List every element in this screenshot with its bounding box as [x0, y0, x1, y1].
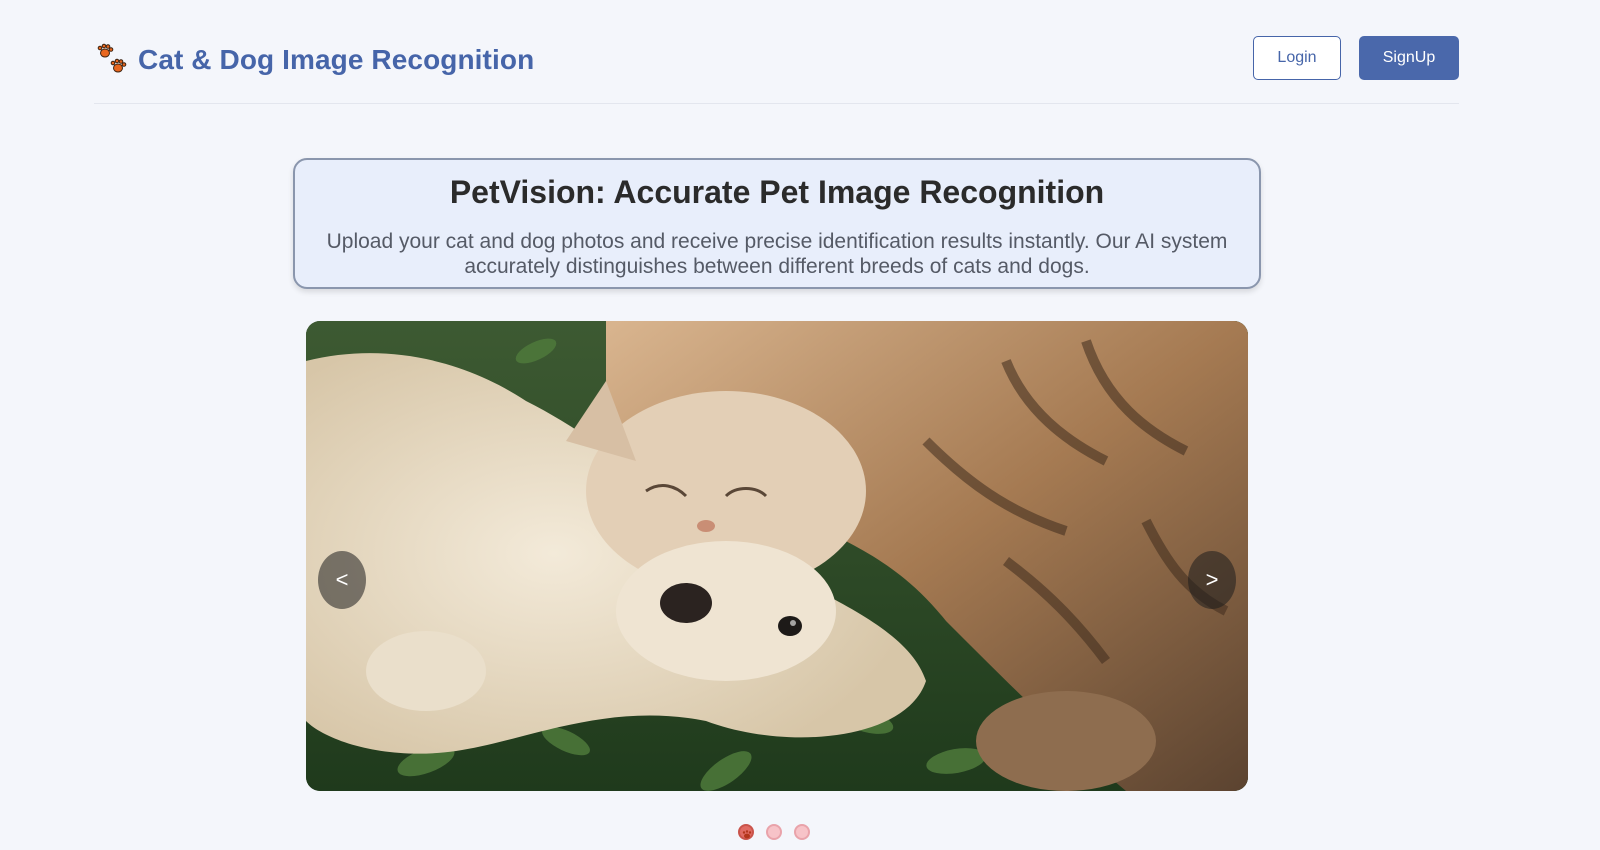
hero-description: Upload your cat and dog photos and recei… [326, 230, 1228, 278]
carousel-dot-3[interactable] [794, 824, 810, 840]
carousel-prev-button[interactable]: < [318, 551, 366, 609]
brand-title: Cat & Dog Image Recognition [138, 44, 535, 75]
login-button[interactable]: Login [1253, 36, 1341, 80]
carousel-next-button[interactable]: > [1188, 551, 1236, 609]
carousel-image [306, 321, 1248, 791]
site-header: Cat & Dog Image Recognition Login SignUp [94, 0, 1459, 104]
carousel-indicators [738, 824, 822, 840]
paw-icon [742, 830, 752, 839]
signup-button[interactable]: SignUp [1359, 36, 1459, 80]
carousel-dot-2[interactable] [766, 824, 782, 840]
brand[interactable]: Cat & Dog Image Recognition [96, 42, 534, 78]
image-carousel: < > [306, 321, 1248, 791]
carousel-dot-1[interactable] [738, 824, 754, 840]
hero-banner: PetVision: Accurate Pet Image Recognitio… [293, 158, 1261, 289]
paw-prints-icon [97, 43, 127, 73]
hero-title: PetVision: Accurate Pet Image Recognitio… [449, 174, 1105, 210]
